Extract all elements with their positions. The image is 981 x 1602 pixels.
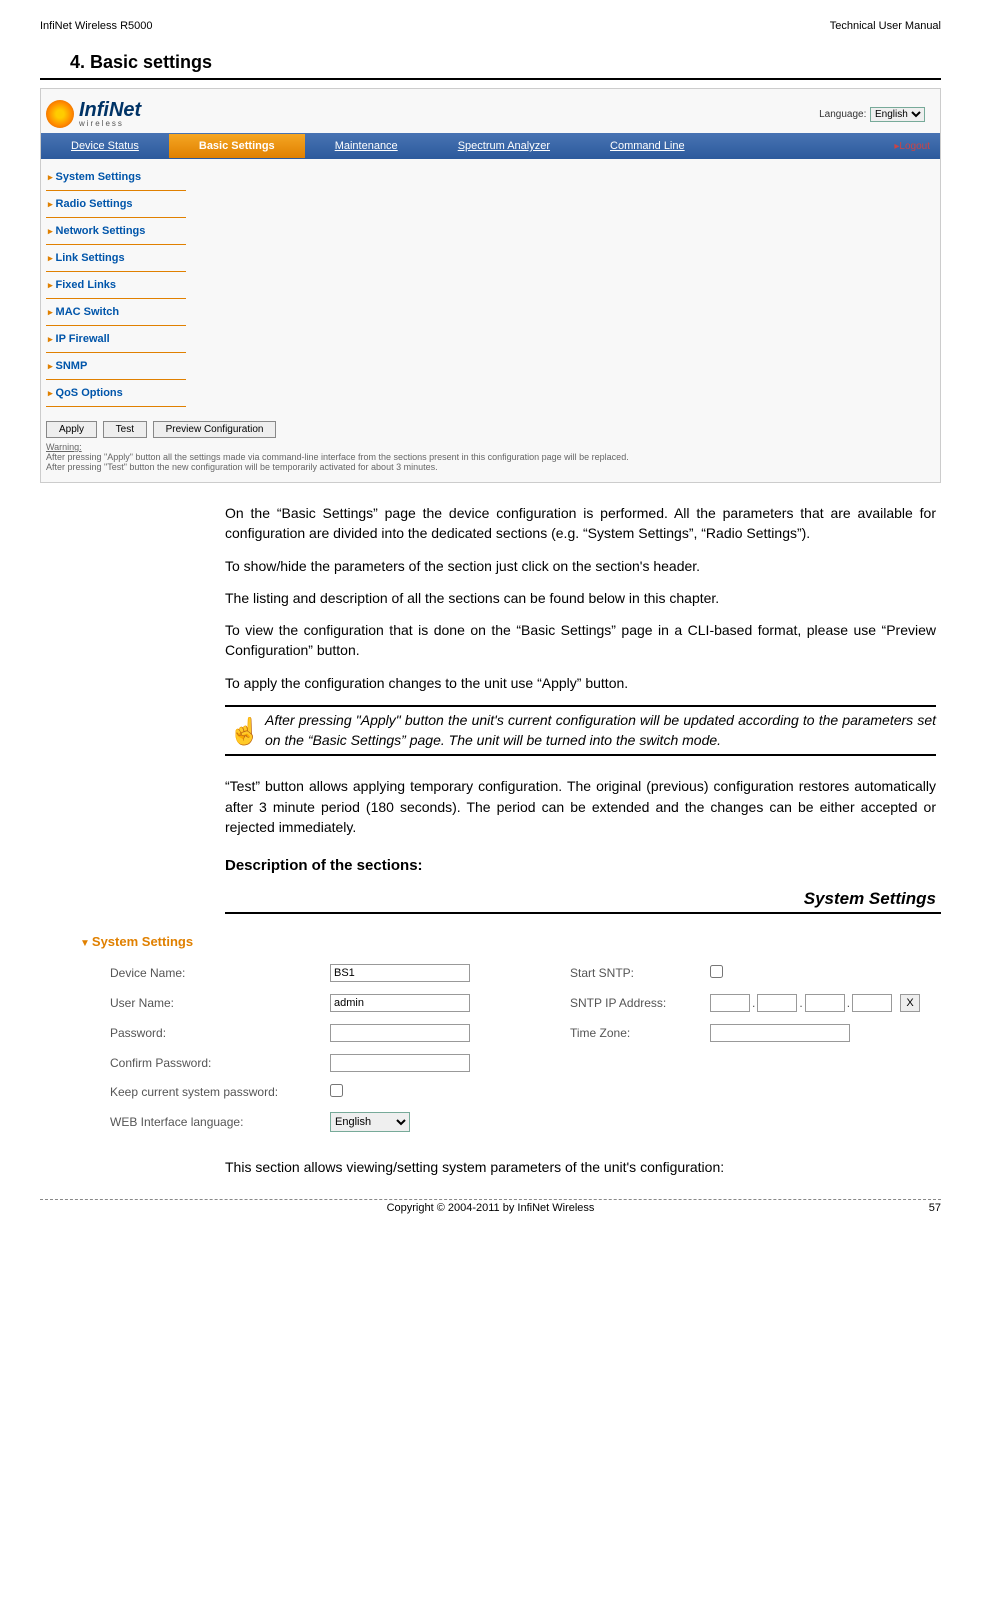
apply-button[interactable]: Apply <box>46 421 97 438</box>
confirm-password-input[interactable] <box>330 1054 470 1072</box>
basic-settings-screenshot: InfiNet wireless Language: English Devic… <box>40 88 941 483</box>
paragraph: To apply the configuration changes to th… <box>225 673 936 693</box>
system-settings-heading: System Settings <box>225 889 936 909</box>
divider <box>225 912 941 914</box>
note-box: ☝ After pressing "Apply" button the unit… <box>225 705 936 756</box>
sidebar-item-qos[interactable]: QoS Options <box>46 380 186 407</box>
device-name-label: Device Name: <box>110 966 330 980</box>
sidebar-item-snmp[interactable]: SNMP <box>46 353 186 380</box>
section-title: 4. Basic settings <box>70 52 941 73</box>
sntp-ip-label: SNTP IP Address: <box>570 996 710 1010</box>
password-input[interactable] <box>330 1024 470 1042</box>
system-settings-panel-title[interactable]: System Settings <box>80 934 931 949</box>
device-name-input[interactable] <box>330 964 470 982</box>
paragraph: This section allows viewing/setting syst… <box>225 1157 936 1177</box>
logo-icon <box>46 100 74 128</box>
language-label: Language: <box>819 109 866 120</box>
sntp-ip-2[interactable] <box>757 994 797 1012</box>
confirm-password-label: Confirm Password: <box>110 1056 330 1070</box>
sidebar-item-firewall[interactable]: IP Firewall <box>46 326 186 353</box>
warning-text: Warning: After pressing "Apply" button a… <box>41 440 940 482</box>
sidebar-item-link[interactable]: Link Settings <box>46 245 186 272</box>
keep-password-label: Keep current system password: <box>110 1085 330 1099</box>
nav-spectrum-analyzer[interactable]: Spectrum Analyzer <box>428 134 580 158</box>
nav-command-line[interactable]: Command Line <box>580 134 715 158</box>
sidebar: System Settings Radio Settings Network S… <box>41 159 191 412</box>
sidebar-item-mac[interactable]: MAC Switch <box>46 299 186 326</box>
timezone-input[interactable] <box>710 1024 850 1042</box>
password-label: Password: <box>110 1026 330 1040</box>
sidebar-item-system[interactable]: System Settings <box>46 164 186 191</box>
paragraph: The listing and description of all the s… <box>225 588 936 608</box>
sntp-ip-4[interactable] <box>852 994 892 1012</box>
nav-device-status[interactable]: Device Status <box>41 134 169 158</box>
timezone-label: Time Zone: <box>570 1026 710 1040</box>
sidebar-item-fixed[interactable]: Fixed Links <box>46 272 186 299</box>
start-sntp-label: Start SNTP: <box>570 966 710 980</box>
paragraph: On the “Basic Settings” page the device … <box>225 503 936 544</box>
footer-page-number: 57 <box>901 1202 941 1214</box>
test-button[interactable]: Test <box>103 421 147 438</box>
user-name-input[interactable] <box>330 994 470 1012</box>
paragraph: “Test” button allows applying temporary … <box>225 776 936 837</box>
nav-maintenance[interactable]: Maintenance <box>305 134 428 158</box>
nav-basic-settings[interactable]: Basic Settings <box>169 134 305 158</box>
preview-config-button[interactable]: Preview Configuration <box>153 421 277 438</box>
note-text: After pressing "Apply" button the unit's… <box>265 711 936 750</box>
web-lang-select[interactable]: English <box>330 1112 410 1132</box>
logo: InfiNet wireless <box>46 99 141 128</box>
start-sntp-checkbox[interactable] <box>710 965 723 978</box>
sntp-ip-3[interactable] <box>805 994 845 1012</box>
hand-icon: ☝ <box>225 711 265 747</box>
sidebar-item-network[interactable]: Network Settings <box>46 218 186 245</box>
warning-title: Warning: <box>46 442 935 452</box>
doc-header-left: InfiNet Wireless R5000 <box>40 20 153 32</box>
description-heading: Description of the sections: <box>225 857 936 874</box>
nav-bar: Device Status Basic Settings Maintenance… <box>41 133 940 159</box>
warning-line2: After pressing "Test" button the new con… <box>46 462 935 472</box>
sidebar-item-radio[interactable]: Radio Settings <box>46 191 186 218</box>
sntp-ip-clear-button[interactable]: X <box>900 994 920 1012</box>
keep-password-checkbox[interactable] <box>330 1084 343 1097</box>
language-select[interactable]: English <box>870 107 925 122</box>
paragraph: To show/hide the parameters of the secti… <box>225 556 936 576</box>
warning-line1: After pressing "Apply" button all the se… <box>46 452 935 462</box>
web-lang-label: WEB Interface language: <box>110 1115 330 1129</box>
user-name-label: User Name: <box>110 996 330 1010</box>
logout-link[interactable]: ▸Logout <box>894 141 940 152</box>
system-settings-screenshot: System Settings Device Name: Start SNTP:… <box>40 924 941 1142</box>
divider <box>40 78 941 80</box>
paragraph: To view the configuration that is done o… <box>225 620 936 661</box>
logo-text: InfiNet <box>79 99 141 122</box>
sntp-ip-1[interactable] <box>710 994 750 1012</box>
footer-copyright: Copyright © 2004-2011 by InfiNet Wireles… <box>80 1202 901 1214</box>
doc-header-right: Technical User Manual <box>830 20 941 32</box>
